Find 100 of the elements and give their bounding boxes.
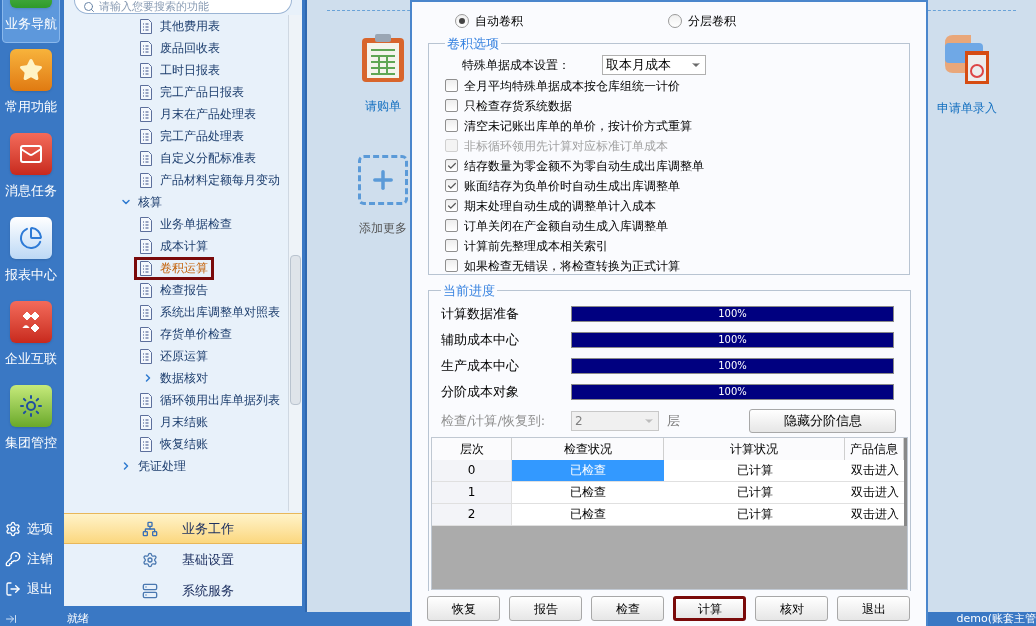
- setting-label: 特殊单据成本设置：: [462, 56, 571, 74]
- progress-reading: 100%: [717, 333, 748, 347]
- rail-item[interactable]: 常用功能: [2, 43, 60, 127]
- tree-item[interactable]: 自定义分配标准表: [134, 146, 262, 170]
- document-icon: [140, 128, 152, 144]
- tree-item[interactable]: 存货单价检查: [134, 322, 238, 346]
- scrollbar[interactable]: [288, 15, 302, 511]
- checkbox-option[interactable]: 结存数量为零金额不为零自动生成出库调整单: [445, 155, 893, 176]
- dialog-button[interactable]: 报告: [509, 596, 582, 621]
- column-header[interactable]: 计算状况: [664, 437, 845, 460]
- dialog-button[interactable]: 计算: [673, 596, 746, 621]
- checkbox-option[interactable]: 如果检查无错误，将检查转换为正式计算: [445, 255, 893, 276]
- tree-item[interactable]: 还原运算: [134, 344, 214, 368]
- stage-label: 辅助成本中心: [441, 330, 520, 349]
- tree-item[interactable]: 循环领用出库单据列表: [134, 388, 286, 412]
- settings-icon: [142, 551, 158, 568]
- document-icon: [140, 348, 152, 364]
- checkbox[interactable]: [445, 259, 458, 272]
- stage-label: 生产成本中心: [441, 356, 520, 375]
- tree-folder[interactable]: 凭证处理: [120, 457, 186, 475]
- table-cell: 已计算: [664, 503, 845, 526]
- rail-item[interactable]: 企业互联: [2, 295, 60, 379]
- row-header: 0: [432, 459, 512, 482]
- tree-item[interactable]: 业务单据检查: [134, 212, 238, 236]
- checkbox-option[interactable]: 订单关闭在产金额自动生成入库调整单: [445, 215, 893, 236]
- radio-option[interactable]: 分层卷积: [668, 12, 736, 30]
- tree-folder[interactable]: 核算: [120, 193, 162, 211]
- tree-folder[interactable]: 数据核对: [142, 369, 208, 387]
- dialog-button[interactable]: 核对: [755, 596, 828, 621]
- checkbox[interactable]: [445, 99, 458, 112]
- tree-item[interactable]: 废品回收表: [134, 36, 226, 60]
- table-cell: 已计算: [664, 481, 845, 504]
- tree-item[interactable]: 完工产品日报表: [134, 80, 250, 104]
- radio-button[interactable]: [668, 14, 682, 28]
- nav-section[interactable]: 系统服务: [64, 575, 302, 606]
- tree-item[interactable]: 其他费用表: [134, 15, 226, 38]
- shortcut-label[interactable]: 添加更多: [359, 219, 407, 237]
- radio-button[interactable]: [455, 14, 469, 28]
- checkbox-option[interactable]: 全月平均特殊单据成本按仓库组统一计价: [445, 75, 893, 96]
- dialog-button[interactable]: 退出: [837, 596, 910, 621]
- checkbox[interactable]: [445, 79, 458, 92]
- settings-icon: [5, 521, 21, 537]
- table-cell: 已检查: [512, 481, 664, 504]
- table-cell: 已检查: [512, 503, 664, 526]
- checkbox-option[interactable]: 清空未记账出库单的单价，按计价方式重算: [445, 115, 893, 136]
- progress-reading: 100%: [717, 359, 748, 373]
- checkbox-option[interactable]: 账面结存为负单价时自动生成出库调整单: [445, 175, 893, 196]
- rail-item[interactable]: 消息任务: [2, 127, 60, 211]
- checkbox[interactable]: [445, 119, 458, 132]
- column-header[interactable]: 层次: [432, 437, 512, 460]
- tree-item[interactable]: 成本计算: [134, 234, 214, 258]
- rail-link[interactable]: 退出: [0, 574, 62, 604]
- document-icon: [140, 150, 152, 166]
- shortcut-label[interactable]: 请购单: [365, 97, 401, 115]
- server-icon: [142, 582, 158, 599]
- rail-link[interactable]: 注销: [0, 544, 62, 574]
- checkbox[interactable]: [445, 199, 458, 212]
- tree-item[interactable]: 完工产品处理表: [134, 124, 250, 148]
- tree-item[interactable]: 检查报告: [134, 278, 214, 302]
- document-icon: [140, 414, 152, 430]
- column-header[interactable]: 产品信息: [845, 437, 904, 460]
- tree-item[interactable]: 月末在产品处理表: [134, 102, 262, 126]
- shortcut-label[interactable]: 申请单录入: [937, 99, 997, 117]
- checkbox[interactable]: [445, 159, 458, 172]
- tree-item[interactable]: 月末结账: [134, 410, 214, 434]
- checkbox-option[interactable]: 期末处理自动生成的调整单计入成本: [445, 195, 893, 216]
- group-title: 当前进度: [442, 282, 496, 300]
- nav-section[interactable]: 业务工作: [64, 513, 302, 544]
- toggle-button[interactable]: 隐藏分阶信息: [749, 408, 896, 433]
- checkbox[interactable]: [445, 179, 458, 192]
- nav-section[interactable]: 基础设置: [64, 544, 302, 575]
- dropdown[interactable]: 取本月成本: [602, 54, 706, 75]
- search-field[interactable]: 请输入您要搜索的功能: [74, 0, 292, 14]
- checkbox-option[interactable]: 计算前先整理成本相关索引: [445, 235, 893, 256]
- column-header[interactable]: 检查状况: [512, 437, 664, 460]
- checkbox-option[interactable]: 只检查存货系统数据: [445, 95, 893, 116]
- group-title: 卷积选项: [446, 35, 500, 53]
- checkbox[interactable]: [445, 239, 458, 252]
- tree-item[interactable]: 恢复结账: [134, 432, 214, 456]
- rail-link[interactable]: 选项: [0, 514, 62, 544]
- chart-icon: [10, 217, 52, 259]
- exit-icon: [5, 581, 21, 597]
- hand-clipboard-icon: [943, 33, 991, 85]
- document-icon: [140, 172, 152, 188]
- table-cell: 双击进入: [845, 459, 904, 482]
- dialog-button[interactable]: 检查: [591, 596, 664, 621]
- rail-item[interactable]: 报表中心: [2, 211, 60, 295]
- radio-option[interactable]: 自动卷积: [455, 12, 668, 30]
- tree-item[interactable]: 产品材料定额每月变动: [134, 168, 286, 192]
- tree-item[interactable]: 系统出库调整单对照表: [134, 300, 286, 324]
- stage-label: 分阶成本对象: [441, 382, 520, 401]
- dialog-button[interactable]: 恢复: [427, 596, 500, 621]
- rail-item[interactable]: 集团管控: [2, 379, 60, 463]
- checkbox[interactable]: [445, 219, 458, 232]
- progress-reading: 100%: [717, 385, 748, 399]
- document-icon: [140, 62, 152, 78]
- user-label: demo(账套主管: [956, 613, 1036, 625]
- tree-item[interactable]: 卷积运算: [134, 256, 214, 280]
- tree-item[interactable]: 工时日报表: [134, 58, 226, 82]
- document-icon: [140, 326, 152, 342]
